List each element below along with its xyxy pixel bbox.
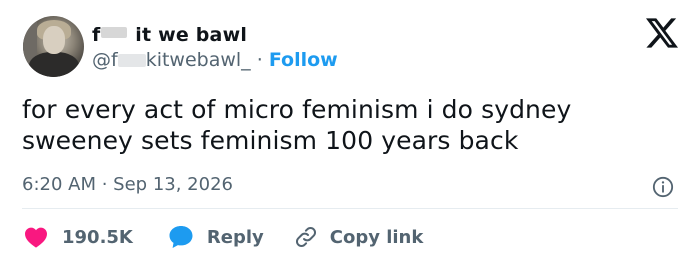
copy-link-label: Copy link [329, 226, 424, 248]
like-button[interactable]: 190.5K [24, 226, 133, 248]
info-icon[interactable] [652, 176, 674, 198]
action-bar: 190.5K Reply Copy link [24, 223, 423, 251]
copy-link-button[interactable]: Copy link [294, 225, 424, 249]
x-logo-icon[interactable] [646, 18, 678, 48]
timestamp[interactable]: 6:20 AM · Sep 13, 2026 [22, 174, 233, 196]
tweet-text: for every act of micro feminism i do syd… [22, 94, 682, 156]
heart-icon [25, 227, 47, 248]
tweet-text-line: sweeney sets feminism 100 years back [22, 126, 519, 155]
like-count: 190.5K [62, 226, 133, 248]
timestamp-separator: · [96, 174, 114, 195]
divider [22, 208, 678, 209]
tweet-text-line: for every act of micro feminism i do syd… [22, 95, 572, 124]
avatar-body [29, 52, 79, 77]
censor-bar [101, 27, 128, 38]
handle-row: @f kitwebawl_ · Follow [92, 48, 338, 72]
handle-separator: · [250, 49, 269, 71]
tweet-time: 6:20 AM [22, 174, 96, 195]
handle-suffix[interactable]: kitwebawl_ [146, 49, 251, 71]
avatar[interactable] [23, 16, 84, 77]
reply-label: Reply [206, 226, 264, 248]
tweet-date: Sep 13, 2026 [113, 174, 233, 195]
display-name[interactable]: f it we bawl [92, 24, 247, 46]
link-icon [295, 226, 316, 248]
display-name-prefix: f [92, 24, 101, 46]
reply-bubble-icon [169, 226, 193, 248]
reply-button[interactable]: Reply [168, 225, 264, 249]
avatar-face [43, 26, 65, 54]
display-name-suffix: it we bawl [135, 24, 248, 46]
handle-prefix[interactable]: @f [92, 49, 118, 71]
follow-button[interactable]: Follow [269, 49, 338, 71]
censor-bar [117, 54, 146, 67]
